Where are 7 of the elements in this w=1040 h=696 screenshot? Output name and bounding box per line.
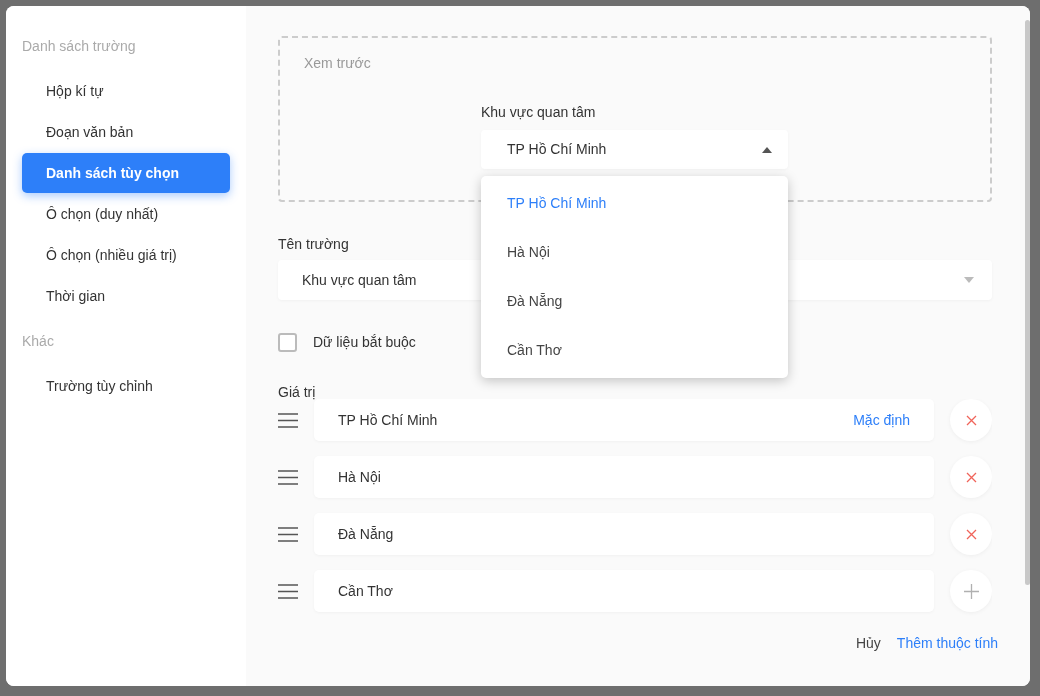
field-name-label: Tên trường [278, 235, 349, 254]
preview-title: Xem trước [304, 54, 371, 73]
section-heading: Khác [22, 332, 55, 351]
section-heading: Danh sách trường [22, 37, 137, 56]
values-label: Giá trị [278, 383, 316, 402]
field-label: Khu vực quan tâm [481, 103, 597, 122]
checkbox-label: Dữ liệu bắt buộc [313, 332, 416, 352]
